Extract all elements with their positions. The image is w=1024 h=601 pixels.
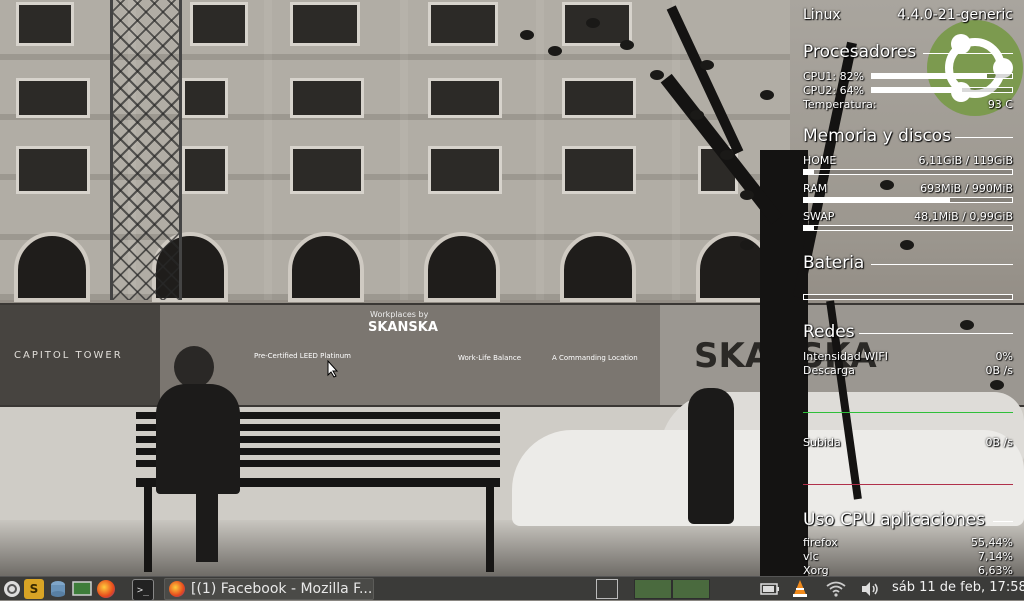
volume-icon[interactable] bbox=[860, 579, 880, 599]
app-cpu: 7,14% bbox=[978, 550, 1013, 563]
battery-header: Bateria bbox=[803, 253, 865, 273]
battery-bar bbox=[803, 294, 1013, 300]
ram-bar bbox=[803, 197, 1013, 203]
sign-caption-leed: Pre-Certified LEED Platinum bbox=[254, 352, 351, 360]
show-desktop-button[interactable] bbox=[596, 579, 618, 599]
upload-row: Subida 0B /s bbox=[803, 436, 1013, 449]
battery-icon[interactable] bbox=[760, 579, 780, 599]
home-value: 6,11GiB / 119GiB bbox=[918, 154, 1013, 167]
workspace-2[interactable] bbox=[672, 579, 710, 599]
menu-icon[interactable] bbox=[2, 579, 22, 599]
synaptic-icon[interactable]: S bbox=[24, 579, 44, 599]
app-name: firefox bbox=[803, 536, 838, 549]
cpu2-bar bbox=[871, 87, 1013, 93]
wifi-icon[interactable] bbox=[826, 579, 846, 599]
os-row: Linux 4.4.0-21-generic bbox=[803, 7, 1013, 23]
workspace-1[interactable] bbox=[634, 579, 672, 599]
mouse-pointer-icon bbox=[327, 360, 339, 378]
sign-caption-balance: Work-Life Balance bbox=[458, 354, 522, 362]
kernel-version: 4.4.0-21-generic bbox=[897, 7, 1013, 23]
swap-row: SWAP 48,1MiB / 0,99GiB bbox=[803, 210, 1013, 223]
swap-label: SWAP bbox=[803, 210, 835, 223]
download-value: 0B /s bbox=[985, 364, 1013, 377]
upload-graph bbox=[803, 484, 1013, 485]
construction-crane bbox=[110, 0, 182, 300]
home-row: HOME 6,11GiB / 119GiB bbox=[803, 154, 1013, 167]
ram-value: 693MiB / 990MiB bbox=[920, 182, 1013, 195]
firefox-icon[interactable] bbox=[96, 579, 116, 599]
database-icon[interactable] bbox=[48, 579, 68, 599]
temperature-row: Temperatura: 93 C bbox=[803, 98, 1013, 111]
download-graph bbox=[803, 412, 1013, 413]
task-title: [(1) Facebook - Mozilla F... bbox=[191, 581, 373, 597]
terminal-icon[interactable]: >_ bbox=[132, 579, 154, 601]
app-name: vlc bbox=[803, 550, 819, 563]
sign-caption-location: A Commanding Location bbox=[552, 354, 638, 362]
temperature-label: Temperatura: bbox=[803, 98, 877, 111]
monitor-icon[interactable] bbox=[72, 579, 92, 599]
clock[interactable]: sáb 11 de feb, 17:58 bbox=[892, 580, 1024, 595]
download-label: Descarga bbox=[803, 364, 855, 377]
app-row: firefox 55,44% bbox=[803, 536, 1013, 549]
walking-woman bbox=[688, 388, 734, 524]
vlc-icon[interactable] bbox=[790, 579, 810, 599]
home-label: HOME bbox=[803, 154, 837, 167]
wifi-row: Intensidad WIFI 0% bbox=[803, 350, 1013, 363]
taskbar: S >_ [(1) Facebook - Mozilla F... sáb 11… bbox=[0, 576, 1024, 601]
memory-header: Memoria y discos bbox=[803, 126, 952, 146]
conky-system-monitor: Linux 4.4.0-21-generic Procesadores CPU1… bbox=[803, 0, 1015, 577]
ram-row: RAM 693MiB / 990MiB bbox=[803, 182, 1013, 195]
upload-label: Subida bbox=[803, 436, 841, 449]
sign-capitol-tower: CAPITOL TOWER bbox=[14, 350, 123, 361]
cpu2-label: CPU2: 64% bbox=[803, 84, 865, 97]
seated-person bbox=[150, 346, 242, 566]
wifi-value: 0% bbox=[995, 350, 1013, 363]
swap-value: 48,1MiB / 0,99GiB bbox=[914, 210, 1013, 223]
cpu1-bar bbox=[871, 73, 1013, 79]
download-row: Descarga 0B /s bbox=[803, 364, 1013, 377]
network-header: Redes bbox=[803, 322, 855, 342]
swap-bar bbox=[803, 225, 1013, 231]
processors-header: Procesadores bbox=[803, 42, 917, 62]
app-cpu: 55,44% bbox=[971, 536, 1013, 549]
app-row: vlc 7,14% bbox=[803, 550, 1013, 563]
temperature-value: 93 C bbox=[987, 98, 1013, 111]
upload-value: 0B /s bbox=[985, 436, 1013, 449]
cpu1-label: CPU1: 82% bbox=[803, 70, 865, 83]
firefox-icon bbox=[169, 581, 185, 597]
wifi-label: Intensidad WIFI bbox=[803, 350, 888, 363]
ram-label: RAM bbox=[803, 182, 828, 195]
apps-header: Uso CPU aplicaciones bbox=[803, 510, 986, 530]
sign-skanska-small: SKANSKA bbox=[368, 320, 438, 335]
task-button-firefox[interactable]: [(1) Facebook - Mozilla F... bbox=[164, 578, 374, 600]
home-bar bbox=[803, 169, 1013, 175]
os-name: Linux bbox=[803, 7, 841, 23]
sign-workplaces: Workplaces by bbox=[370, 310, 429, 319]
